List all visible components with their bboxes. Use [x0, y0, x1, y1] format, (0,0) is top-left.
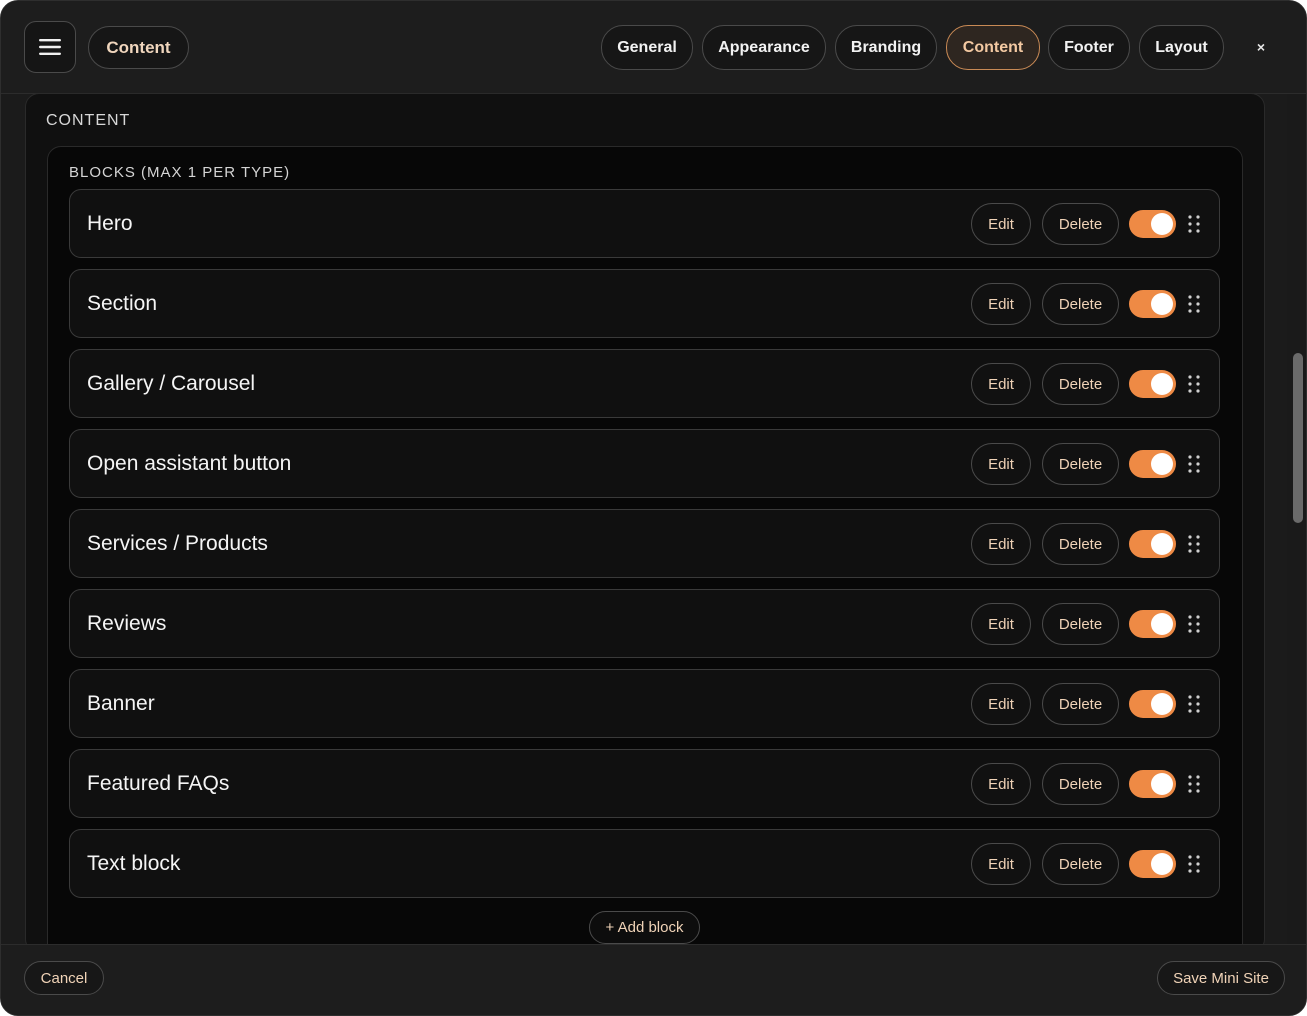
edit-button[interactable]: Edit: [971, 763, 1031, 805]
block-label: Gallery / Carousel: [87, 372, 256, 395]
delete-button[interactable]: Delete: [1042, 843, 1119, 885]
toggle-knob: [1151, 453, 1173, 475]
toggle-knob: [1151, 293, 1173, 315]
block-enabled-toggle[interactable]: [1129, 370, 1176, 398]
content-section-title: CONTENT: [46, 112, 131, 129]
top-bar: Content General Appearance Branding Cont…: [1, 1, 1306, 94]
toggle-knob: [1151, 213, 1173, 235]
edit-button[interactable]: Edit: [971, 283, 1031, 325]
block-label: Hero: [87, 212, 133, 235]
block-label: Featured FAQs: [87, 772, 230, 795]
drag-handle-icon[interactable]: [1187, 614, 1201, 634]
block-enabled-toggle[interactable]: [1129, 530, 1176, 558]
block-enabled-toggle[interactable]: [1129, 690, 1176, 718]
scrollbar-thumb[interactable]: [1293, 353, 1303, 523]
block-enabled-toggle[interactable]: [1129, 610, 1176, 638]
drag-handle-icon[interactable]: [1187, 214, 1201, 234]
block-enabled-toggle[interactable]: [1129, 450, 1176, 478]
block-label: Banner: [87, 692, 155, 715]
delete-button[interactable]: Delete: [1042, 363, 1119, 405]
delete-button[interactable]: Delete: [1042, 283, 1119, 325]
cancel-button[interactable]: Cancel: [24, 961, 104, 995]
edit-button[interactable]: Edit: [971, 603, 1031, 645]
drag-handle-icon[interactable]: [1187, 534, 1201, 554]
toggle-knob: [1151, 853, 1173, 875]
toggle-knob: [1151, 773, 1173, 795]
block-label: Reviews: [87, 612, 167, 635]
toggle-knob: [1151, 613, 1173, 635]
block-row-open-assistant-button: Open assistant button Edit Delete: [69, 429, 1220, 498]
edit-button[interactable]: Edit: [971, 203, 1031, 245]
block-enabled-toggle[interactable]: [1129, 290, 1176, 318]
drag-handle-icon[interactable]: [1187, 294, 1201, 314]
block-label: Section: [87, 292, 158, 315]
block-row-featured-faqs: Featured FAQs Edit Delete: [69, 749, 1220, 818]
block-row-services-products: Services / Products Edit Delete: [69, 509, 1220, 578]
edit-button[interactable]: Edit: [971, 443, 1031, 485]
edit-button[interactable]: Edit: [971, 683, 1031, 725]
delete-button[interactable]: Delete: [1042, 523, 1119, 565]
block-label: Open assistant button: [87, 452, 292, 475]
edit-button[interactable]: Edit: [971, 363, 1031, 405]
block-enabled-toggle[interactable]: [1129, 850, 1176, 878]
section-breadcrumb[interactable]: Content: [88, 26, 189, 69]
block-row-reviews: Reviews Edit Delete: [69, 589, 1220, 658]
delete-button[interactable]: Delete: [1042, 763, 1119, 805]
block-label: Services / Products: [87, 532, 268, 555]
tab-layout[interactable]: Layout: [1139, 25, 1224, 70]
block-row-hero: Hero Edit Delete: [69, 189, 1220, 258]
close-icon[interactable]: ×: [1249, 35, 1273, 59]
toggle-knob: [1151, 533, 1173, 555]
tab-appearance[interactable]: Appearance: [702, 25, 826, 70]
drag-handle-icon[interactable]: [1187, 854, 1201, 874]
delete-button[interactable]: Delete: [1042, 683, 1119, 725]
block-row-section: Section Edit Delete: [69, 269, 1220, 338]
footer-bar: [1, 944, 1306, 1015]
menu-button[interactable]: [24, 21, 76, 73]
save-mini-site-button[interactable]: Save Mini Site: [1157, 961, 1285, 995]
block-enabled-toggle[interactable]: [1129, 770, 1176, 798]
toggle-knob: [1151, 693, 1173, 715]
delete-button[interactable]: Delete: [1042, 203, 1119, 245]
edit-button[interactable]: Edit: [971, 523, 1031, 565]
block-row-text-block: Text block Edit Delete: [69, 829, 1220, 898]
tab-footer[interactable]: Footer: [1048, 25, 1130, 70]
delete-button[interactable]: Delete: [1042, 603, 1119, 645]
block-label: Text block: [87, 852, 181, 875]
tab-general[interactable]: General: [601, 25, 693, 70]
tab-content[interactable]: Content: [946, 25, 1040, 70]
block-row-gallery-carousel: Gallery / Carousel Edit Delete: [69, 349, 1220, 418]
add-block-button[interactable]: + Add block: [589, 911, 700, 944]
drag-handle-icon[interactable]: [1187, 454, 1201, 474]
block-row-banner: Banner Edit Delete: [69, 669, 1220, 738]
delete-button[interactable]: Delete: [1042, 443, 1119, 485]
toggle-knob: [1151, 373, 1173, 395]
block-enabled-toggle[interactable]: [1129, 210, 1176, 238]
edit-button[interactable]: Edit: [971, 843, 1031, 885]
mini-site-editor-window: Content General Appearance Branding Cont…: [0, 0, 1307, 1016]
drag-handle-icon[interactable]: [1187, 374, 1201, 394]
tab-branding[interactable]: Branding: [835, 25, 937, 70]
hamburger-icon: [39, 39, 61, 55]
drag-handle-icon[interactable]: [1187, 774, 1201, 794]
blocks-section-title: BLOCKS (MAX 1 PER TYPE): [69, 164, 291, 181]
drag-handle-icon[interactable]: [1187, 694, 1201, 714]
